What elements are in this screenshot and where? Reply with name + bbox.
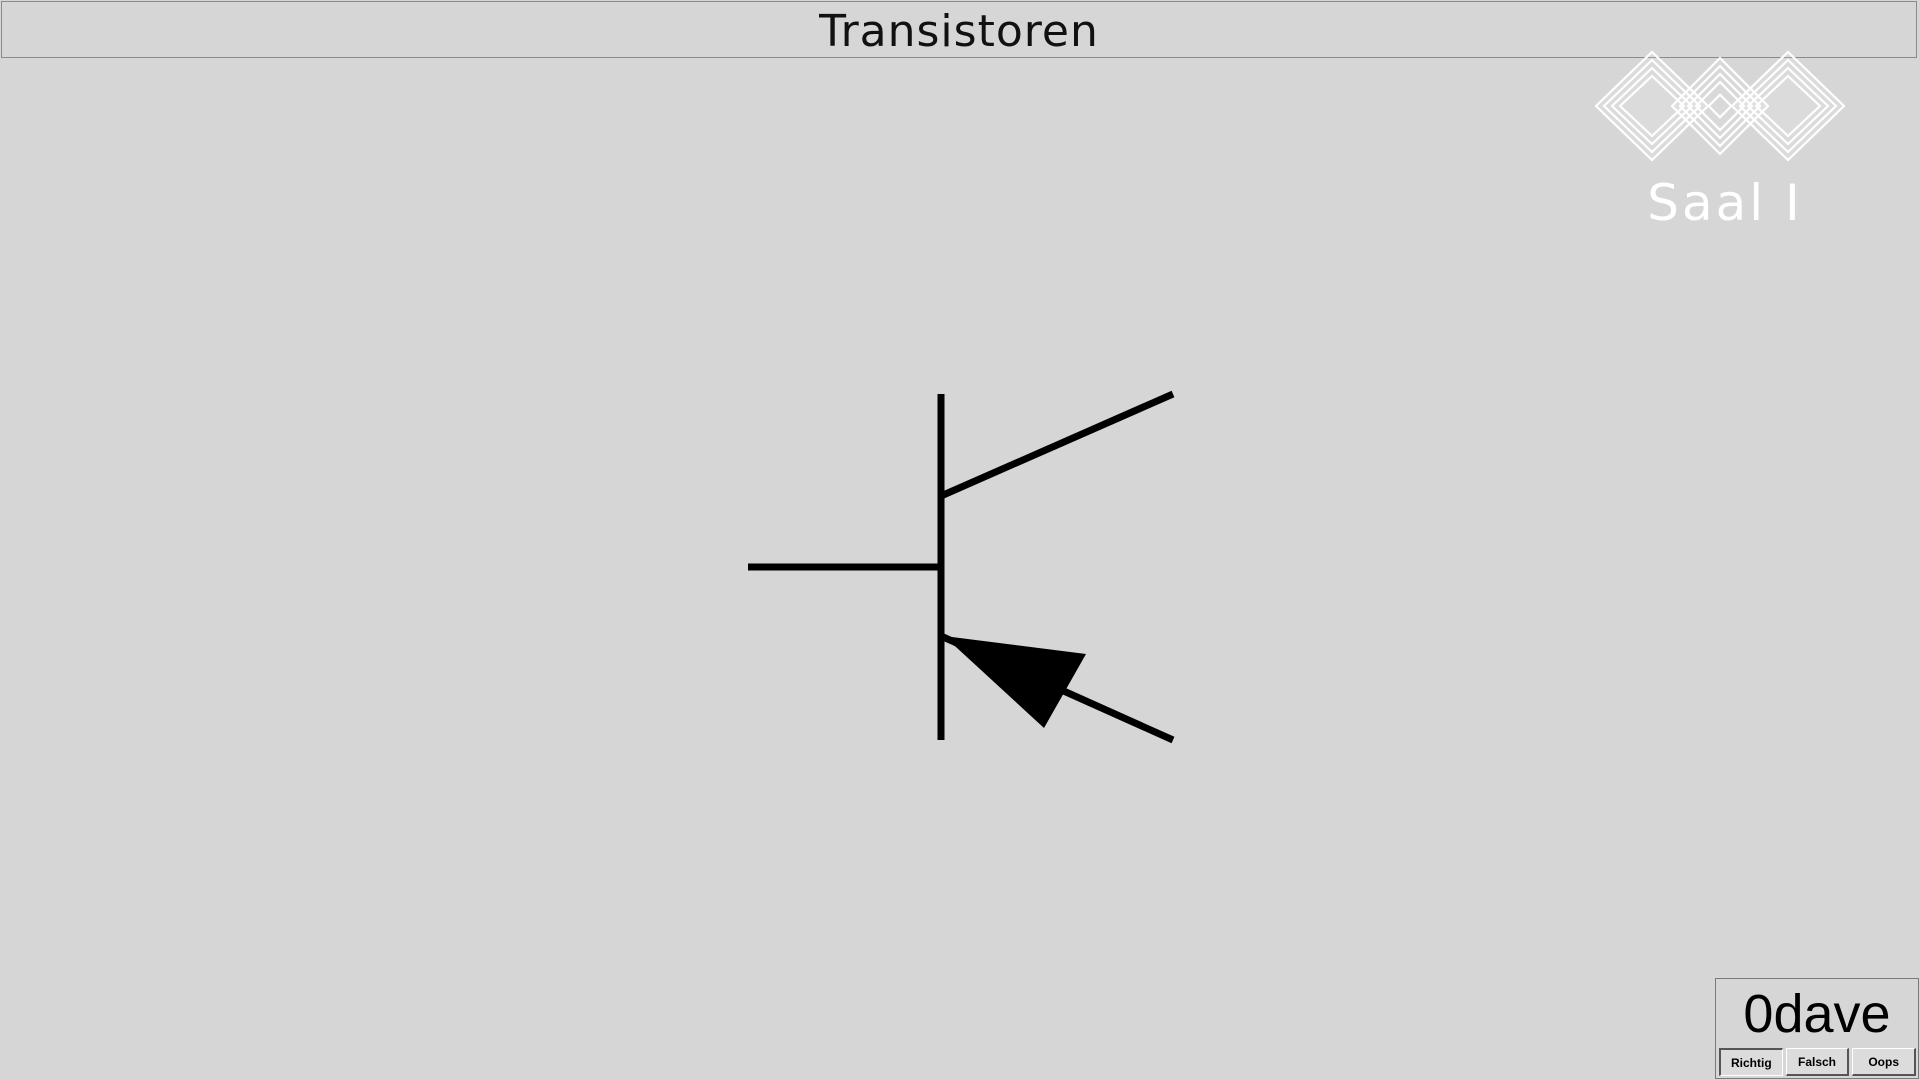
answer-button-row: Richtig Falsch Oops <box>1719 1048 1917 1076</box>
logo-text: Saal I <box>1647 174 1803 232</box>
transistor-diagram <box>740 380 1180 750</box>
player-control-panel: 0dave Richtig Falsch Oops <box>1715 978 1919 1079</box>
oops-button[interactable]: Oops <box>1852 1048 1917 1076</box>
pnp-transistor-symbol-icon <box>748 390 1175 744</box>
player-name: 0dave <box>1743 984 1891 1044</box>
richtig-button[interactable]: Richtig <box>1719 1048 1783 1076</box>
logo: Saal I <box>1590 50 1860 240</box>
page-title: Transistoren <box>819 5 1099 57</box>
falsch-button[interactable]: Falsch <box>1785 1048 1850 1076</box>
diamond-pattern-logo-icon <box>1594 50 1846 162</box>
